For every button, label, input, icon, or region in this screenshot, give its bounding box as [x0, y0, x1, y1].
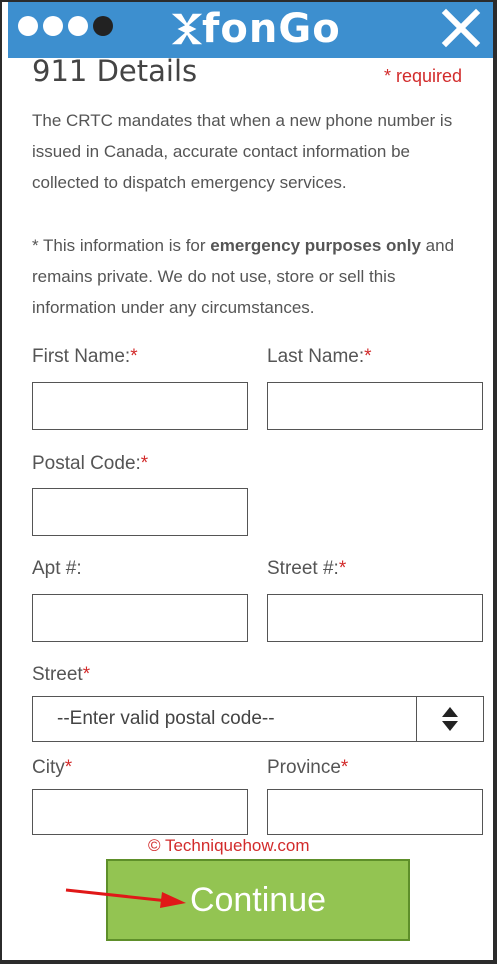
label-text: Street [32, 664, 83, 685]
logo-text: fonGo [202, 6, 341, 52]
signal-dot [68, 16, 88, 36]
street-number-input[interactable] [267, 594, 483, 642]
province-input[interactable] [267, 789, 483, 835]
street-label: Street* [32, 664, 90, 686]
label-text: Province [267, 757, 341, 778]
required-star: * [338, 558, 347, 579]
last-name-input[interactable] [267, 382, 483, 430]
required-star: * [340, 757, 349, 778]
page-title: 911 Details [32, 54, 198, 88]
label-text: Apt #: [32, 558, 82, 579]
signal-dot [18, 16, 38, 36]
label-text: Street #: [267, 558, 339, 579]
privacy-bold: emergency purposes only [210, 236, 421, 255]
required-star: * [82, 664, 91, 685]
signal-dot [93, 16, 113, 36]
label-text: First Name: [32, 346, 131, 367]
street-select-toggle[interactable] [416, 697, 483, 741]
required-star: * [140, 453, 149, 474]
watermark: © Techniquehow.com [148, 836, 310, 855]
fongo-butterfly-icon [171, 13, 203, 45]
privacy-line: remains private. We do not use, store or… [32, 267, 396, 286]
required-star: * [130, 346, 138, 367]
required-note: * required [384, 66, 463, 86]
privacy-prefix: * This information is for [32, 236, 211, 255]
first-name-label: First Name:* [32, 346, 138, 368]
up-down-arrow-icon [442, 707, 458, 731]
street-number-label: Street #:* [267, 558, 346, 580]
privacy-line: * This information is for emergency purp… [32, 230, 493, 261]
close-icon[interactable] [441, 8, 481, 48]
intro-text: The CRTC mandates that when a new phone … [32, 105, 493, 198]
apt-label: Apt #: [32, 558, 82, 580]
city-label: City* [32, 757, 72, 779]
street-select[interactable]: --Enter valid postal code-- [32, 696, 484, 742]
label-text: Last Name: [267, 346, 365, 367]
intro-line: issued in Canada, accurate contact infor… [32, 142, 411, 161]
top-bar: fonGo [8, 2, 493, 58]
label-text: Postal Code: [32, 453, 141, 474]
postal-code-label: Postal Code:* [32, 453, 148, 475]
last-name-label: Last Name:* [267, 346, 372, 368]
apt-input[interactable] [32, 594, 248, 642]
signal-dot [43, 16, 63, 36]
required-star: * [64, 757, 73, 778]
privacy-suffix: and [420, 236, 455, 255]
signal-dots [18, 16, 113, 36]
postal-code-input[interactable] [32, 488, 248, 536]
city-input[interactable] [32, 789, 248, 835]
required-star: * [364, 346, 372, 367]
label-text: City [32, 757, 65, 778]
street-select-value: --Enter valid postal code-- [57, 708, 275, 729]
privacy-line: information under any circumstances. [32, 298, 315, 317]
province-label: Province* [267, 757, 348, 779]
red-arrow-annotation-icon [65, 888, 186, 908]
app-frame: fonGo 911 Details * required The CRTC ma… [0, 0, 497, 964]
fongo-logo: fonGo [168, 6, 341, 52]
intro-line: The CRTC mandates that when a new phone … [32, 111, 453, 130]
intro-line: collected to dispatch emergency services… [32, 173, 347, 192]
first-name-input[interactable] [32, 382, 248, 430]
privacy-text: * This information is for emergency purp… [32, 230, 493, 323]
